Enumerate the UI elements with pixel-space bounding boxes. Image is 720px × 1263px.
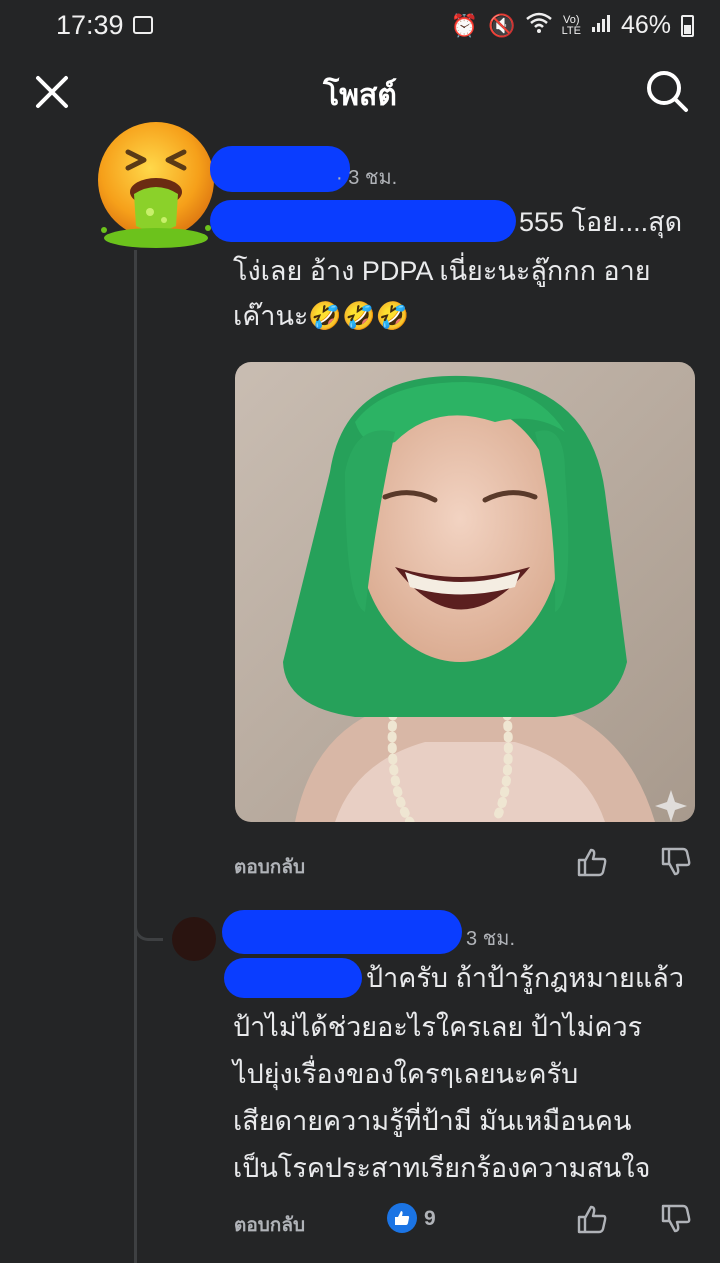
redacted-name (210, 146, 350, 192)
avatar[interactable] (172, 917, 216, 961)
dislike-icon[interactable] (660, 846, 692, 878)
like-icon[interactable] (576, 846, 608, 878)
comment-text-line: ป้าไม่ได้ช่วยอะไรใครเลย ป้าไม่ควร (233, 1012, 643, 1042)
mute-icon: 🔇 (488, 12, 516, 38)
alarm-icon: ⏰ (450, 12, 479, 38)
thread-line (134, 250, 137, 1263)
comment-text-line: เป็นโรคประสาทเรียกร้องความสนใจ (233, 1153, 651, 1183)
comment-timestamp: 3 ชม. (466, 928, 515, 950)
comment-text-line: โง่เลย อ้าง PDPA เนี่ยะนะลู๊กกก อาย (233, 256, 651, 286)
like-icon[interactable] (576, 1203, 608, 1235)
comment-text-line: ไปยุ่งเรื่องของใครๆเลยนะครับ (233, 1059, 579, 1089)
comment-text-line: เค๊านะ🤣🤣🤣 (233, 301, 410, 331)
status-time: 17:39 (56, 10, 124, 40)
wifi-icon (525, 12, 552, 40)
reply-connector (134, 900, 163, 941)
top-bar: โพสต์ (0, 52, 720, 128)
comment-image[interactable] (235, 362, 695, 822)
status-icons: ⏰ 🔇 Vo) LTE 46% (451, 11, 694, 40)
dislike-icon[interactable] (660, 1203, 692, 1235)
like-reaction-icon[interactable] (387, 1203, 417, 1233)
signal-icon (591, 13, 611, 39)
volte-icon: Vo) LTE (561, 13, 581, 37)
comment-text-line: 555 โอย....สุด (519, 207, 683, 237)
gallery-icon (133, 16, 153, 34)
reply-button[interactable]: ตอบกลับ (234, 1210, 305, 1240)
page-title: โพสต์ (323, 79, 397, 112)
search-button[interactable] (644, 68, 690, 114)
redacted-name (222, 910, 462, 954)
redacted-text (224, 958, 362, 998)
reply-button[interactable]: ตอบกลับ (234, 852, 305, 882)
reaction-count: 9 (424, 1207, 436, 1230)
battery-percent: 46% (620, 11, 671, 39)
battery-icon (681, 14, 694, 37)
status-bar: 17:39 ⏰ 🔇 Vo) LTE 46% (0, 0, 720, 52)
redacted-text (210, 200, 516, 242)
avatar[interactable] (92, 118, 220, 252)
comment-timestamp: · 3 ชม. (336, 167, 398, 189)
comment-text-line: เสียดายความรู้ที่ป้ามี มันเหมือนคน (233, 1106, 632, 1136)
comment-text-line: ป้าครับ ถ้าป้ารู้กฎหมายแล้ว (366, 963, 684, 993)
search-icon (647, 71, 688, 112)
